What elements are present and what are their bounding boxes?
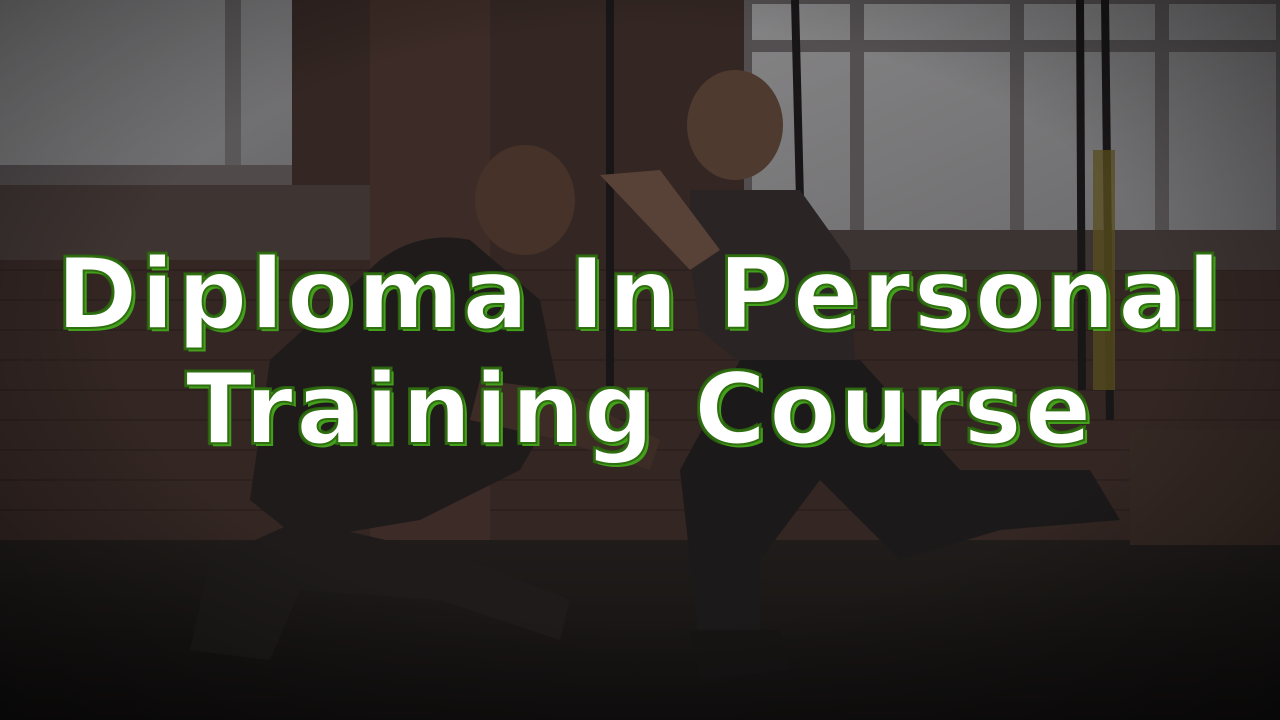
title-line-2: Training Course bbox=[185, 352, 1095, 468]
title-line-1: Diploma In Personal bbox=[55, 237, 1224, 353]
course-title: Diploma In Personal Training Course bbox=[0, 237, 1280, 468]
thumbnail: Diploma In Personal Training Course bbox=[0, 0, 1280, 720]
